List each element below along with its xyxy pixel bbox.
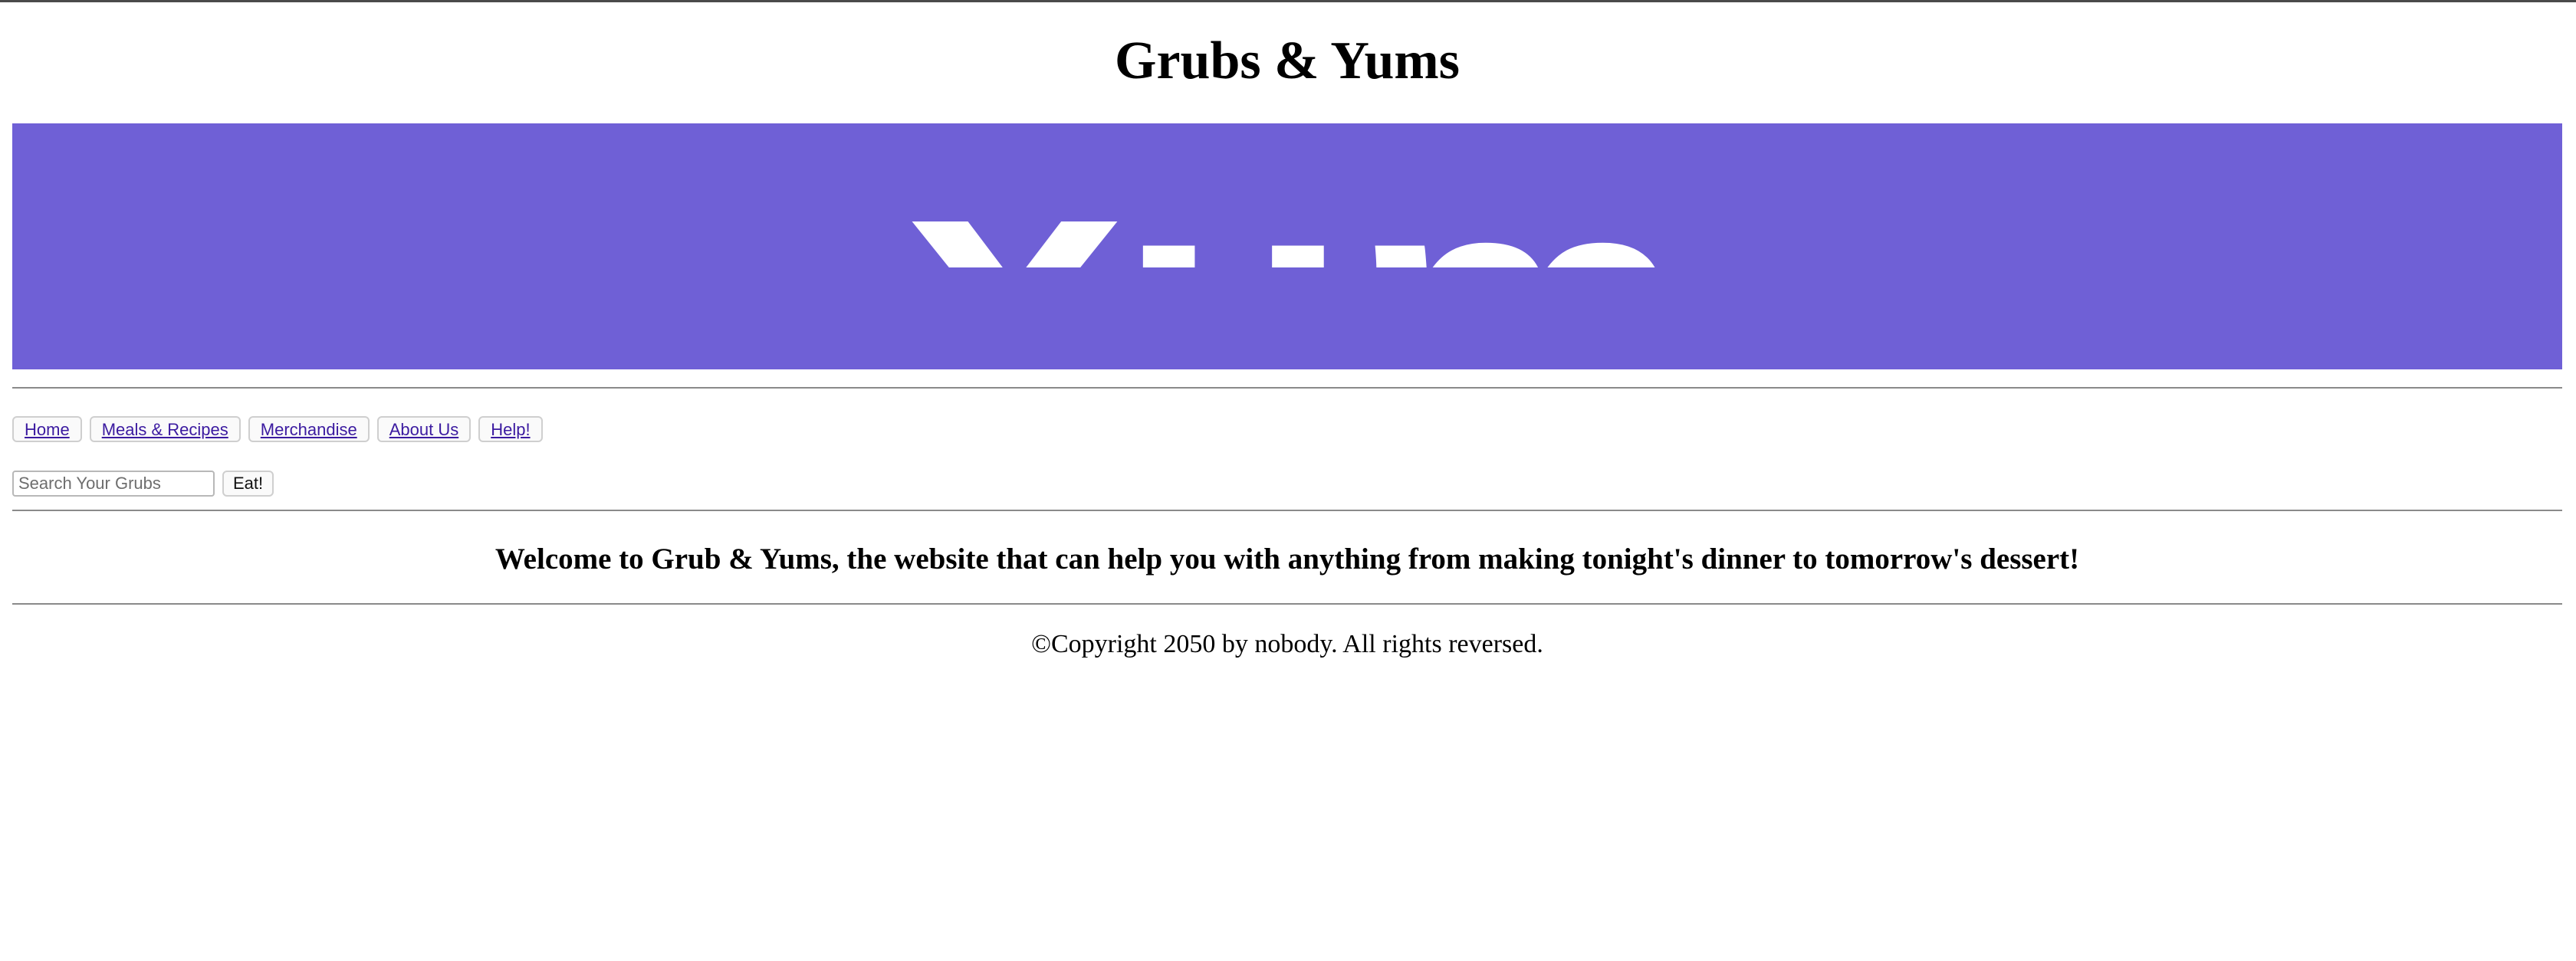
top-border: [0, 0, 2576, 2]
search-bar: Eat!: [12, 470, 274, 497]
nav-home-button[interactable]: Home: [12, 416, 82, 442]
divider-middle: [12, 510, 2562, 511]
banner-graphic: Yum: [889, 139, 1686, 369]
nav-meals-recipes-button[interactable]: Meals & Recipes: [89, 416, 241, 442]
nav-merchandise-button[interactable]: Merchandise: [248, 416, 370, 442]
nav-help-button[interactable]: Help!: [478, 416, 543, 442]
banner-text: Yum: [889, 139, 1686, 369]
nav-about-us-button[interactable]: About Us: [376, 416, 472, 442]
main-nav: Home Meals & Recipes Merchandise About U…: [12, 416, 543, 444]
welcome-message: Welcome to Grub & Yums, the website that…: [495, 543, 2080, 576]
divider-top: [12, 387, 2562, 389]
banner-image: Yum: [12, 123, 2562, 369]
divider-bottom: [12, 603, 2562, 605]
search-submit-button[interactable]: Eat!: [222, 471, 274, 497]
site-title: Grubs & Yums: [1115, 31, 1460, 90]
footer-copyright: ©Copyright 2050 by nobody. All rights re…: [1031, 630, 1543, 658]
search-input[interactable]: [12, 471, 215, 497]
